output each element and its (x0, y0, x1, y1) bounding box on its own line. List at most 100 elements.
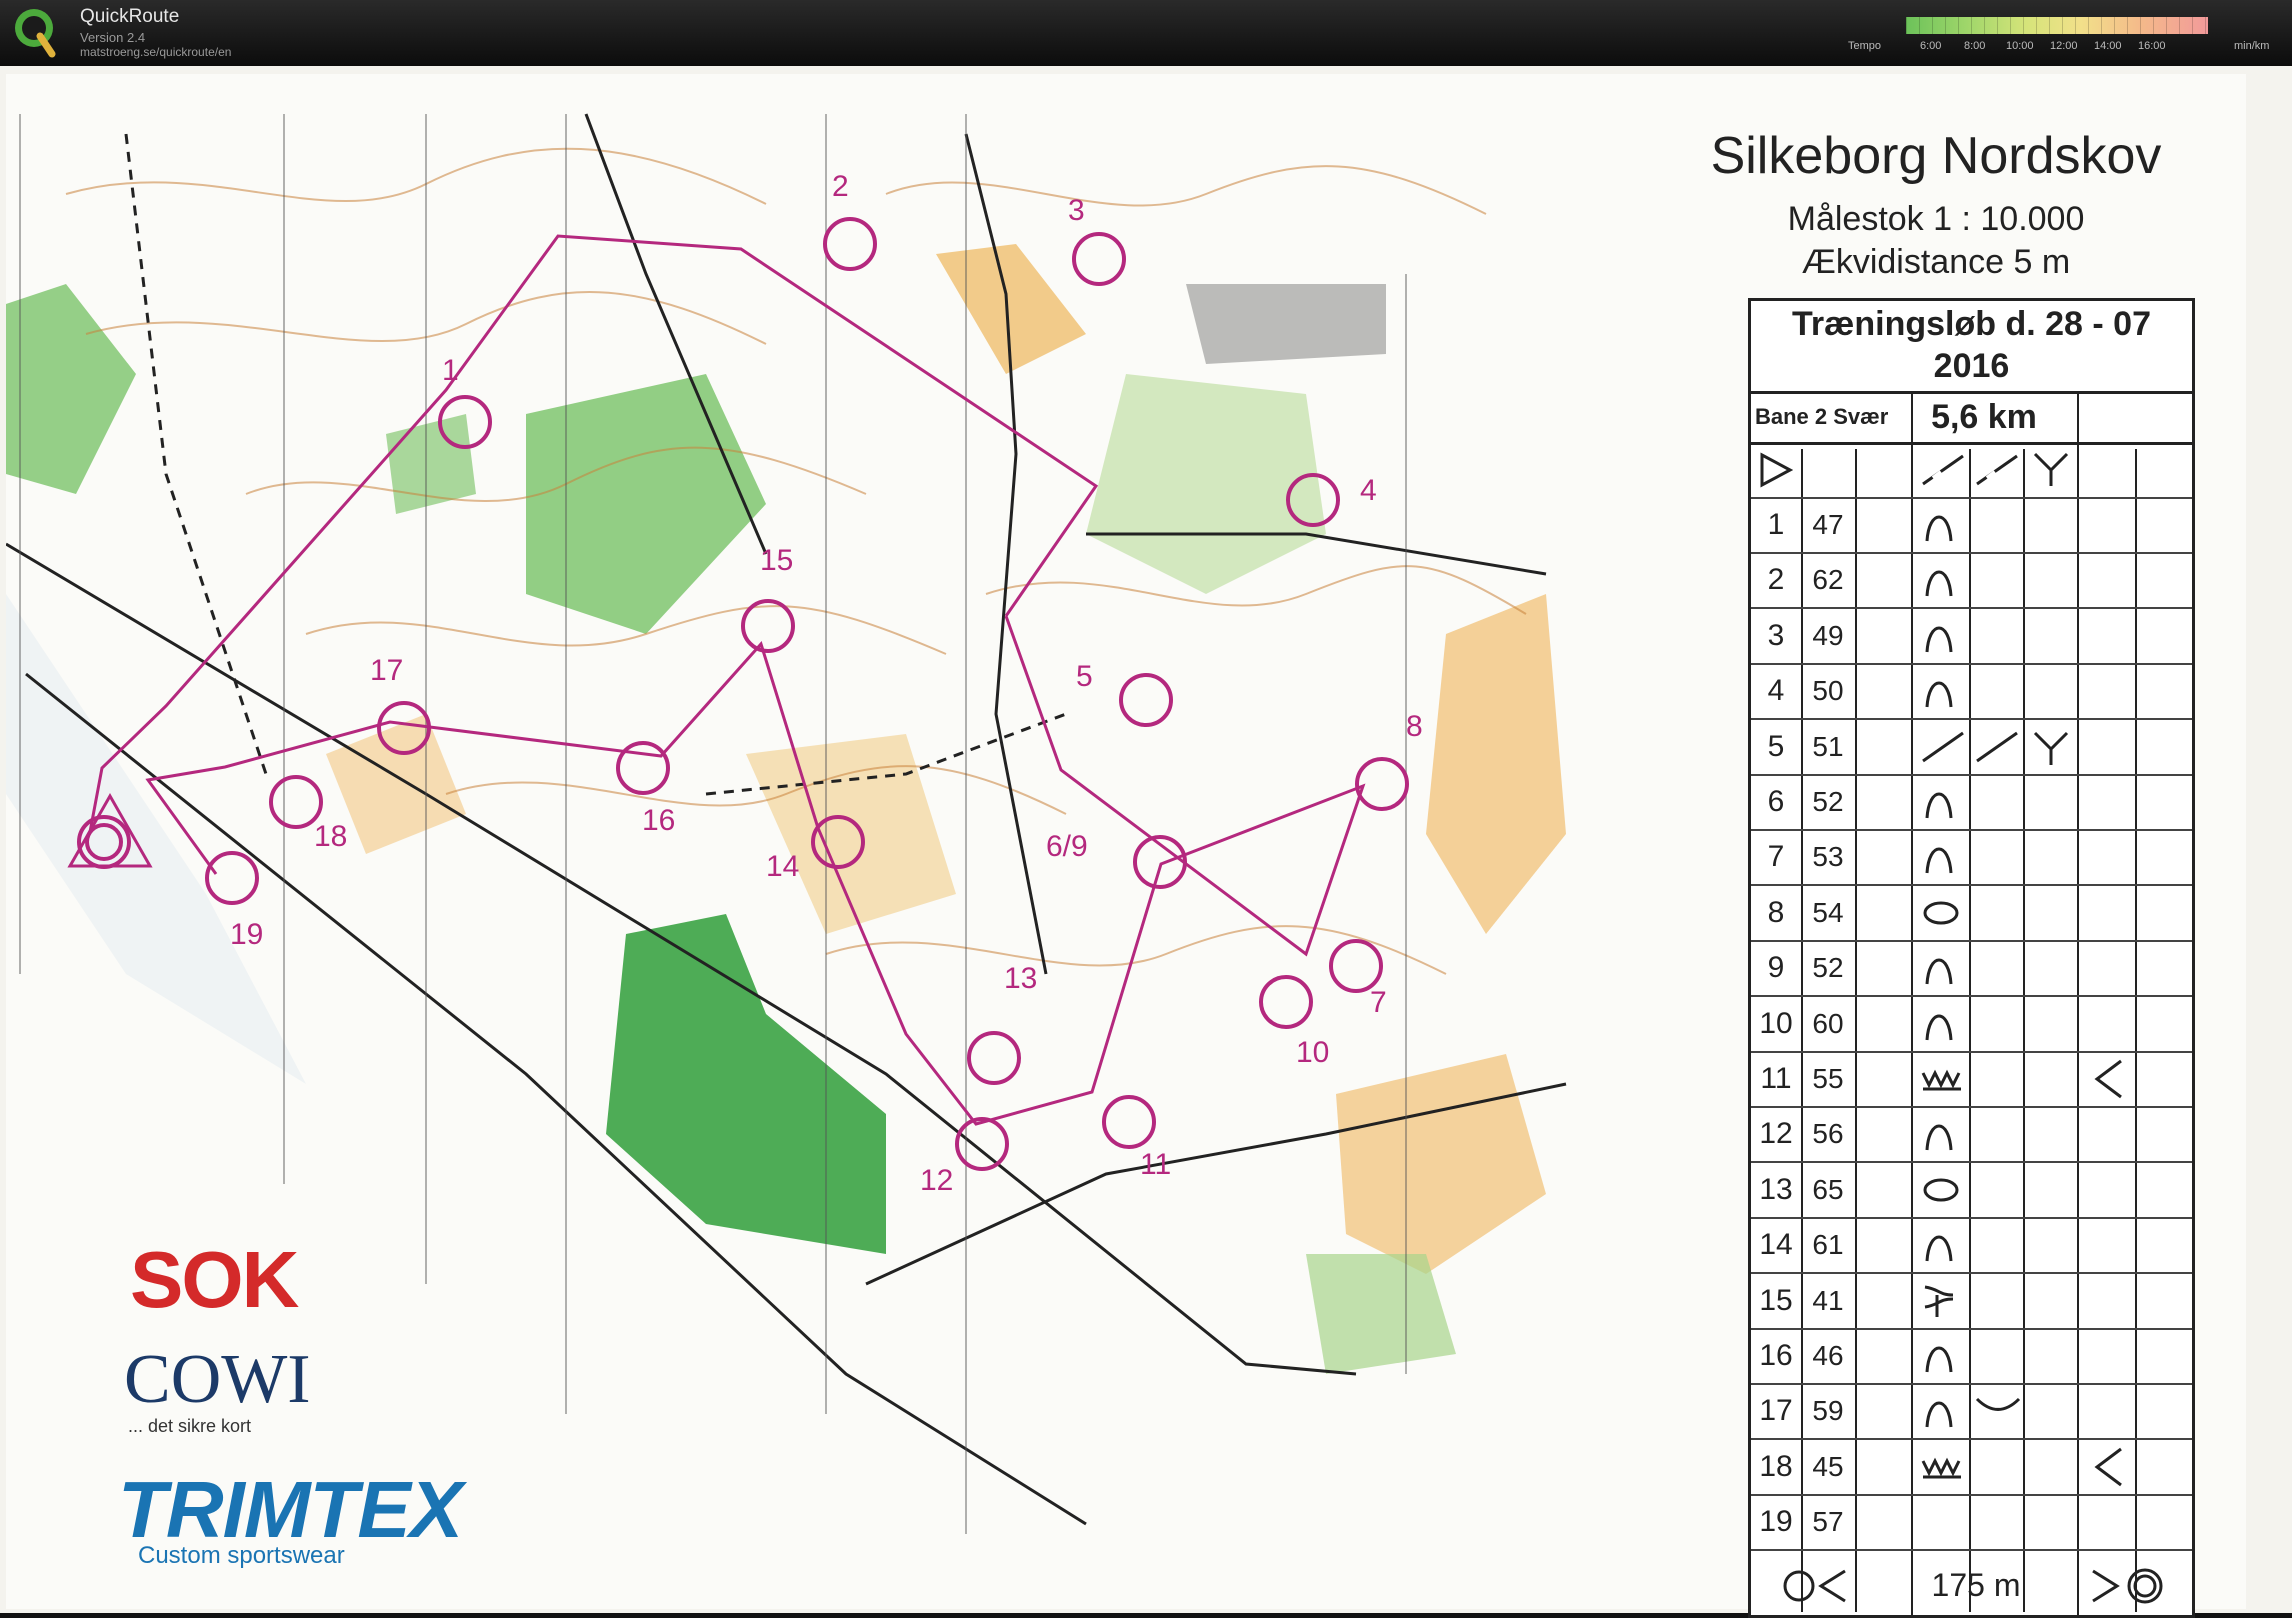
tempo-tick: 6:00 (1920, 40, 1942, 52)
tempo-tick: 14:00 (2094, 40, 2122, 52)
start-row (1751, 442, 2192, 499)
start-triangle-icon (1760, 452, 1793, 488)
knoll-symbol-icon (1925, 847, 1953, 874)
control-row: 7 53 (1751, 829, 2192, 887)
crossing-symbol-icon (1922, 731, 1964, 762)
control-code: 56 (1812, 1118, 1844, 1150)
control-code: 59 (1812, 1395, 1844, 1427)
control-number: 7 (1767, 840, 1785, 874)
control-label: 3 (1068, 194, 1085, 227)
control-label: 10 (1296, 1036, 1330, 1069)
control-code: 52 (1812, 786, 1844, 817)
spur-symbol-icon (1924, 1285, 1954, 1317)
app-version: Version 2.4 (80, 30, 146, 45)
course-length: 5,6 km (1931, 398, 2037, 436)
knoll-symbol-icon (1925, 1124, 1953, 1151)
depression-symbol-icon (1923, 1178, 1959, 1202)
finish-marker-icon (1783, 1569, 1846, 1603)
tempo-unit: min/km (2234, 40, 2270, 52)
control-number: 2 (1767, 563, 1785, 597)
control-label: 11 (1140, 1148, 1172, 1181)
control-number: 12 (1759, 1117, 1793, 1151)
control-label: 7 (1370, 986, 1387, 1019)
crossing-path-icon (1976, 731, 2018, 762)
course-name: Bane 2 Svær (1755, 404, 1889, 429)
path-junction-icon (2033, 452, 2069, 486)
control-code: 52 (1812, 952, 1844, 984)
cowi-logo: COWI (124, 1341, 311, 1418)
control-number: 4 (1767, 674, 1785, 708)
app-url: matstroeng.se/quickroute/en (80, 45, 232, 59)
control-code: 65 (1812, 1173, 1844, 1205)
control-row: 9 52 (1751, 940, 2192, 998)
finish-circle-icon (2092, 1568, 2163, 1604)
control-code: 50 (1812, 675, 1844, 707)
control-label: 4 (1360, 474, 1377, 507)
knoll-symbol-icon (1925, 681, 1953, 708)
finish-row: 175 m (1751, 1557, 2192, 1615)
control-row: 13 65 (1751, 1162, 2192, 1219)
sok-logo: SOK (130, 1235, 299, 1324)
control-code: 62 (1812, 564, 1844, 596)
control-number: 19 (1759, 1505, 1793, 1539)
course-row: Bane 2 Svær 5,6 km (1751, 394, 2192, 445)
control-row: 1 47 (1751, 497, 2192, 554)
control-number: 9 (1767, 951, 1785, 985)
control-label: 18 (314, 820, 348, 853)
control-label: 16 (642, 804, 676, 837)
depression-symbol-icon (1923, 901, 1959, 925)
control-number: 10 (1759, 1006, 1793, 1040)
map-viewport[interactable]: 1 2 3 4 5 6/9 7 8 10 11 12 13 14 15 16 1… (0, 66, 2292, 1618)
control-row: 19 57 (1751, 1494, 2192, 1552)
control-label: 17 (370, 654, 404, 687)
map-scale: Målestok 1 : 10.000 (1787, 200, 2085, 238)
control-number: 15 (1759, 1283, 1793, 1317)
knoll-symbol-icon (1925, 958, 1953, 985)
map-title-block: Silkeborg Nordskov Målestok 1 : 10.000 Æ… (1626, 114, 2246, 282)
control-row: 11 55 (1751, 1051, 2192, 1108)
control-number: 17 (1759, 1394, 1793, 1428)
trimtex-tagline: Custom sportswear (138, 1542, 345, 1569)
tempo-tick: 12:00 (2050, 40, 2078, 52)
control-number: 6 (1767, 785, 1785, 818)
control-label: 8 (1406, 710, 1423, 743)
control-label: 19 (230, 918, 264, 951)
path-junction-icon (2033, 731, 2069, 765)
terrain-layer (6, 244, 1566, 1374)
control-label: 15 (760, 544, 794, 577)
control-code: 60 (1812, 1007, 1844, 1039)
tempo-tick: 10:00 (2006, 40, 2034, 52)
control-row: 2 62 (1751, 552, 2192, 610)
control-code: 61 (1812, 1229, 1844, 1261)
control-label: 2 (832, 170, 849, 203)
control-code: 46 (1812, 1340, 1844, 1371)
control-row: 18 45 (1751, 1439, 2192, 1496)
control-code: 47 (1812, 509, 1844, 540)
control-code: 45 (1812, 1450, 1844, 1482)
finish-distance: 175 m (1931, 1567, 2021, 1603)
control-label: 14 (766, 850, 800, 883)
control-row: 3 49 (1751, 608, 2192, 665)
control-row: 16 46 (1751, 1328, 2192, 1385)
knoll-symbol-icon (1925, 792, 1953, 819)
control-code: 53 (1812, 841, 1844, 873)
tempo-color-bar-grid (1906, 17, 2208, 34)
control-description-card: Træningsløb d. 28 - 07 2016 Bane 2 Svær … (1748, 298, 2195, 1618)
bottom-detail-icon (1975, 1398, 2021, 1412)
control-row: 5 51 (1751, 719, 2192, 776)
card-title: Træningsløb d. 28 - 07 2016 (1751, 303, 2192, 394)
control-row: 14 61 (1751, 1217, 2192, 1275)
control-number: 3 (1767, 618, 1785, 652)
map-title: Silkeborg Nordskov (1710, 127, 2162, 185)
control-number: 8 (1767, 895, 1785, 929)
orienteering-map[interactable]: 1 2 3 4 5 6/9 7 8 10 11 12 13 14 15 16 1… (6, 74, 2246, 1618)
control-label: 5 (1076, 660, 1093, 693)
control-number: 11 (1760, 1062, 1792, 1095)
knoll-symbol-icon (1925, 1014, 1953, 1040)
event-year: 2016 (1933, 347, 2010, 385)
cowi-tagline: ... det sikre kort (128, 1416, 252, 1436)
control-number: 16 (1759, 1339, 1793, 1372)
control-row: 8 54 (1751, 885, 2192, 942)
control-number: 1 (1767, 508, 1785, 541)
control-number: 5 (1767, 729, 1785, 763)
